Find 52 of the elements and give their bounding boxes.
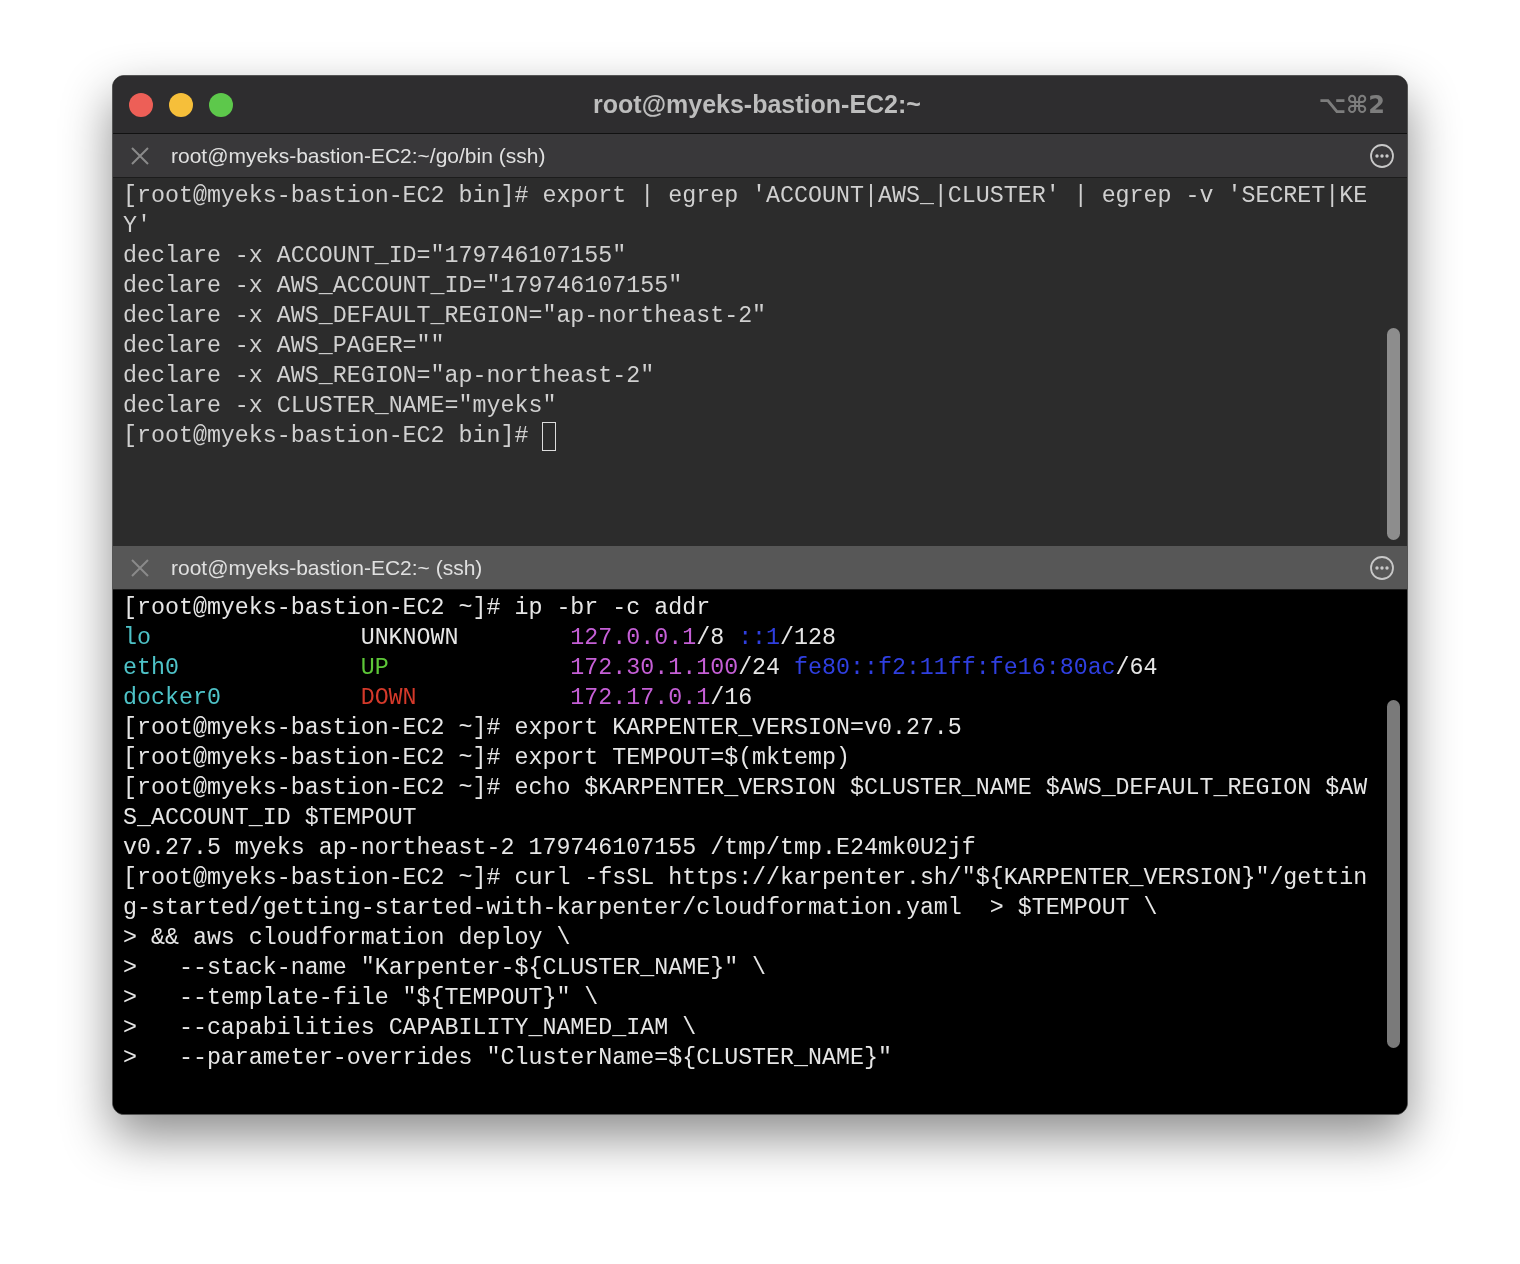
terminal-line: [root@myeks-bastion-EC2 bin]# export | egrep 'ACCOUNT|AWS_|CLUSTER' | egrep -v 'SECRET|KE [123, 182, 1368, 211]
zoom-button[interactable] [209, 92, 233, 117]
terminal-line: > --capabilities CAPABILITY_NAMED_IAM \ [123, 1014, 697, 1043]
window-title: root@myeks-bastion-EC2:~ [592, 90, 922, 119]
minimize-button[interactable] [169, 92, 193, 117]
terminal-line: declare -x ACCOUNT_ID="179746107155" [123, 242, 627, 271]
interface-name: docker0 [123, 684, 222, 713]
interface-state: UNKNOWN [360, 624, 460, 653]
terminal-line: declare -x CLUSTER_NAME="myeks" [123, 392, 557, 421]
terminal-line: declare -x AWS_PAGER="" [123, 332, 445, 361]
prefix-length: /16 [710, 684, 753, 713]
pane-header[interactable]: root@myeks-bastion-EC2:~ (ssh) [113, 546, 1407, 590]
more-icon[interactable] [1369, 554, 1395, 581]
prefix-length: /8 [696, 624, 725, 653]
terminal-line: declare -x AWS_ACCOUNT_ID="179746107155" [123, 272, 683, 301]
close-button[interactable] [129, 92, 153, 117]
scrollbar-thumb[interactable] [1387, 328, 1400, 540]
pane-title: root@myeks-bastion-EC2:~/go/bin (ssh) [171, 143, 547, 168]
interface-name: eth0 [123, 654, 180, 683]
terminal-line: > --stack-name "Karpenter-${CLUSTER_NAME}" \ [123, 954, 767, 983]
more-icon[interactable] [1369, 142, 1395, 169]
terminal-line: > --parameter-overrides "ClusterName=${CLUSTER_NAME}" [123, 1044, 892, 1073]
scrollbar-thumb[interactable] [1387, 700, 1400, 1048]
pane-title: root@myeks-bastion-EC2:~ (ssh) [171, 555, 484, 580]
prefix-length: /128 [780, 624, 836, 653]
ip-address: 172.17.0.1 [570, 684, 711, 713]
ip-address: 127.0.0.1 [570, 624, 697, 653]
pane-header[interactable]: root@myeks-bastion-EC2:~/go/bin (ssh) [113, 134, 1407, 178]
prefix-length: /64 [1115, 654, 1158, 683]
ip-address: 172.30.1.100 [570, 654, 739, 683]
terminal-line: Y' [123, 212, 151, 241]
terminal-line: declare -x AWS_DEFAULT_REGION="ap-northeast-2" [123, 302, 767, 331]
terminal-line: g-started/getting-started-with-karpenter/cloudformation.yaml > $TEMPOUT \ [123, 894, 1158, 923]
terminal-line: [root@myeks-bastion-EC2 ~]# curl -fsSL https://karpenter.sh/"${KARPENTER_VERSION}"/gettin [123, 864, 1368, 893]
terminal-line: S_ACCOUNT_ID $TEMPOUT [123, 804, 417, 833]
prefix-length: /24 [738, 654, 781, 683]
terminal-line: [root@myeks-bastion-EC2 ~]# export TEMPOUT=$(mktemp) [123, 744, 850, 773]
interface-name: lo [123, 624, 152, 653]
terminal-line: [root@myeks-bastion-EC2 ~]# ip -br -c addr [123, 594, 711, 623]
terminal-line: v0.27.5 myeks ap-northeast-2 179746107155 /tmp/tmp.E24mk0U2jf [123, 834, 976, 863]
interface-state: DOWN [360, 684, 418, 713]
terminal-line: [root@myeks-bastion-EC2 bin]# [123, 422, 529, 451]
terminal-line: > && aws cloudformation deploy \ [123, 924, 571, 953]
terminal-line: [root@myeks-bastion-EC2 ~]# echo $KARPENTER_VERSION $CLUSTER_NAME $AWS_DEFAULT_REGION $AW [123, 774, 1368, 803]
ip-address: ::1 [738, 624, 781, 653]
terminal-line: declare -x AWS_REGION="ap-northeast-2" [123, 362, 655, 391]
interface-state: UP [360, 654, 390, 683]
ip-address: fe80::f2:11ff:fe16:80ac [794, 654, 1116, 683]
shortcut-label: ⌥⌘2 [1317, 90, 1385, 119]
terminal-line: [root@myeks-bastion-EC2 ~]# export KARPENTER_VERSION=v0.27.5 [123, 714, 962, 743]
terminal-line: > --template-file "${TEMPOUT}" \ [123, 984, 599, 1013]
close-icon[interactable] [129, 144, 151, 167]
